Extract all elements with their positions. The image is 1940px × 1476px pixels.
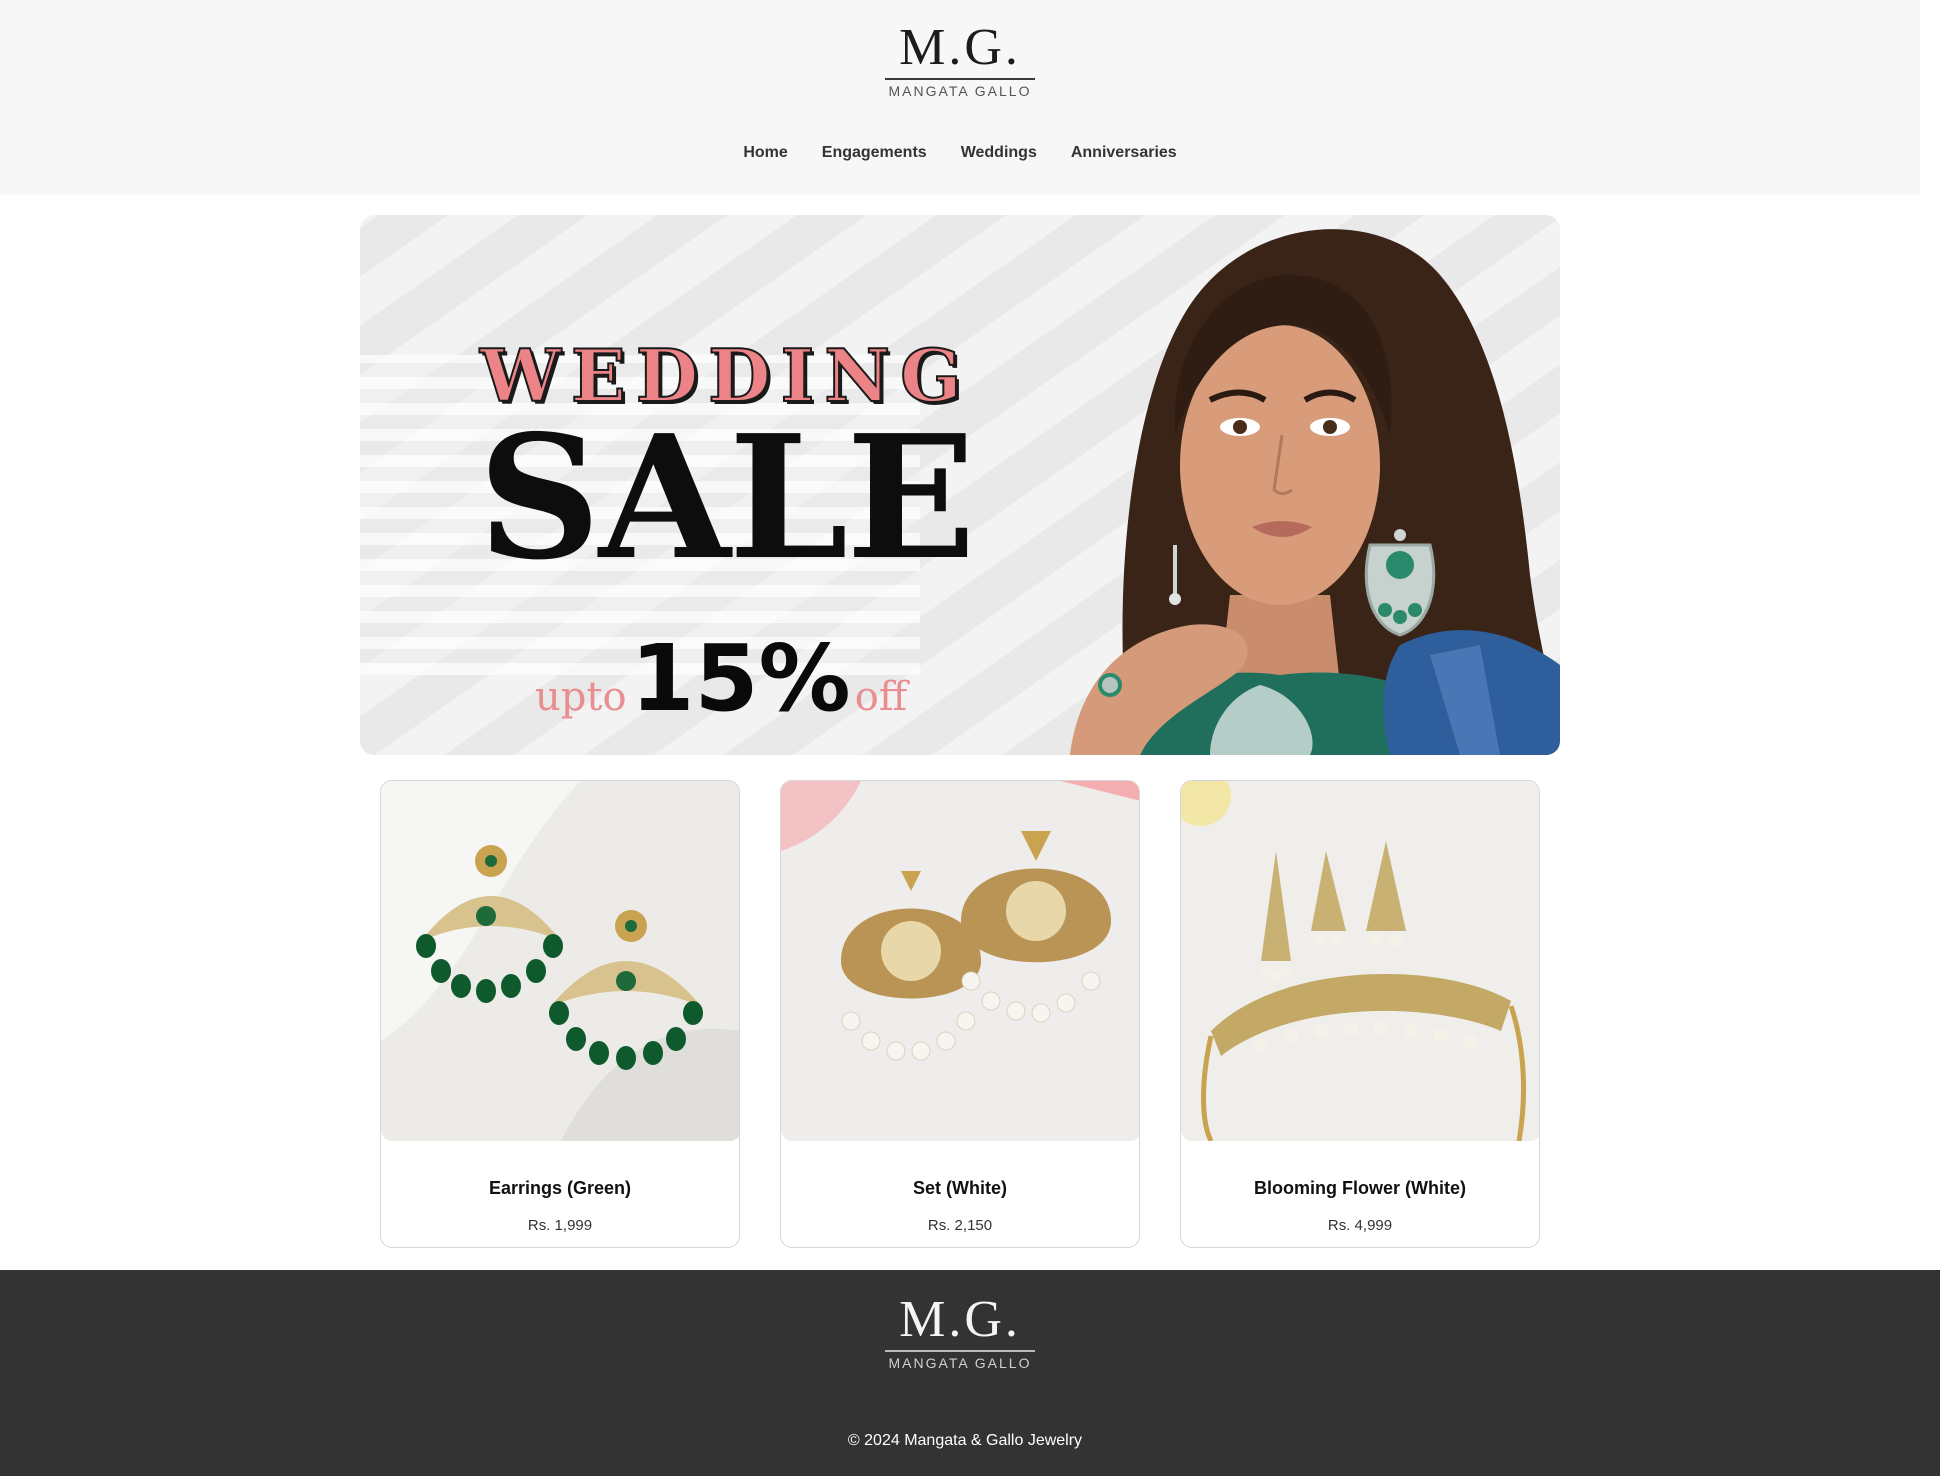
site-footer: M.G. MANGATA GALLO © 2024 Mangata & Gall…: [0, 1270, 1940, 1476]
logo-divider: [885, 78, 1035, 80]
hero-headline-sale: SALE: [478, 398, 976, 598]
copyright-text: © 2024 Mangata & Gallo Jewelry: [847, 1432, 1083, 1449]
hero-offer-upto: upto: [535, 674, 627, 720]
product-image-set-white: [781, 781, 1139, 1141]
product-grid: Earrings (Green) Rs. 1,999 Set (White) R…: [380, 780, 1540, 1248]
product-price: Rs. 1,999: [527, 1217, 593, 1234]
site-header: M.G. MANGATA GALLO Home Engagements Wedd…: [0, 0, 1920, 195]
nav-weddings[interactable]: Weddings: [961, 144, 1037, 162]
hero-offer: upto 15% off: [535, 625, 907, 732]
logo-brand-name: MANGATA GALLO: [888, 83, 1032, 99]
footer-logo-brand-name: MANGATA GALLO: [888, 1355, 1032, 1371]
product-card[interactable]: Set (White) Rs. 2,150: [780, 780, 1140, 1248]
hero-offer-off: off: [854, 674, 908, 720]
main-nav: Home Engagements Weddings Anniversaries: [0, 144, 1920, 162]
footer-logo-divider: [885, 1350, 1035, 1352]
hero-banner[interactable]: WEDDING SALE upto 15% off: [360, 215, 1560, 755]
product-card[interactable]: Blooming Flower (White) Rs. 4,999: [1180, 780, 1540, 1248]
footer-logo[interactable]: M.G. MANGATA GALLO: [0, 1294, 1920, 1371]
product-card[interactable]: Earrings (Green) Rs. 1,999: [380, 780, 740, 1248]
model-photo: [1070, 229, 1560, 755]
product-price: Rs. 4,999: [1327, 1217, 1393, 1234]
product-image-earrings-green: [381, 781, 739, 1141]
footer-logo-monogram: M.G.: [899, 1291, 1021, 1348]
product-image-blooming-flower-white: [1181, 781, 1539, 1143]
product-name[interactable]: Blooming Flower (White): [1181, 1178, 1539, 1199]
product-name[interactable]: Earrings (Green): [381, 1178, 739, 1199]
product-price: Rs. 2,150: [927, 1217, 993, 1234]
brand-logo[interactable]: M.G. MANGATA GALLO: [0, 22, 1920, 99]
nav-anniversaries[interactable]: Anniversaries: [1071, 144, 1177, 162]
nav-engagements[interactable]: Engagements: [822, 144, 927, 162]
nav-home[interactable]: Home: [743, 144, 787, 162]
product-name[interactable]: Set (White): [781, 1178, 1139, 1199]
logo-monogram: M.G.: [899, 19, 1021, 76]
hero-offer-percent: 15%: [630, 625, 851, 732]
